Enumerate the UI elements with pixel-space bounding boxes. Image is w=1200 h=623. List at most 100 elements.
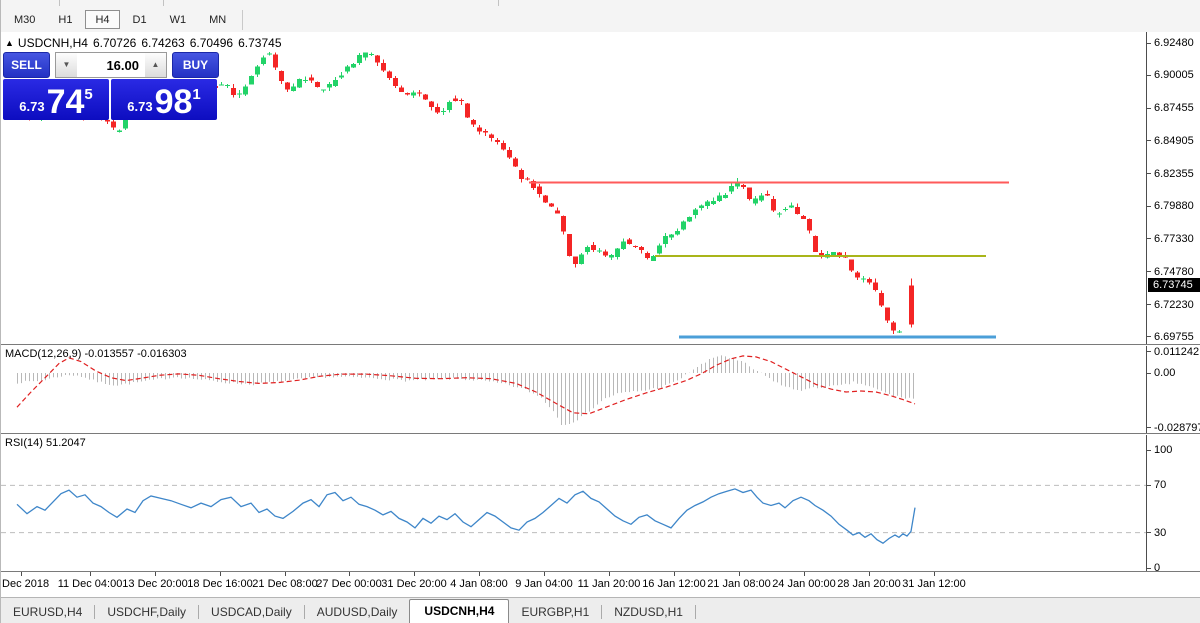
time-axis-label: 13 Dec 20:00 xyxy=(122,578,187,590)
rsi-axis: 10070300 xyxy=(1146,435,1200,571)
sell-price-box[interactable]: 6.73 74 5 xyxy=(3,79,109,120)
macd-axis-label: 0.00 xyxy=(1154,367,1175,379)
timeframe-toolbar: M30 H1 H4 D1 W1 MN xyxy=(1,7,1200,33)
price-axis-label: 6.69755 xyxy=(1154,331,1194,343)
price-axis-tick xyxy=(1147,271,1151,272)
chart-tab-bar: EURUSD,H4 USDCHF,Daily USDCAD,Daily AUDU… xyxy=(1,597,1200,623)
price-axis-tick xyxy=(1147,75,1151,76)
tab-eurusd-h4[interactable]: EURUSD,H4 xyxy=(1,601,94,623)
toolbar-grip xyxy=(498,0,499,6)
time-axis-label: 16 Jan 12:00 xyxy=(642,578,706,590)
chart-title: ▲USDCNH,H46.707266.742636.704966.73745 xyxy=(5,36,287,50)
buy-price-box[interactable]: 6.73 98 1 xyxy=(111,79,217,120)
rsi-axis-tick xyxy=(1147,532,1151,533)
price-axis-label: 6.87455 xyxy=(1154,102,1194,114)
macd-axis-tick xyxy=(1147,373,1151,374)
tab-eurgbp-h1[interactable]: EURGBP,H1 xyxy=(509,601,601,623)
toolbar-separator xyxy=(242,10,243,30)
timeframe-mn-button[interactable]: MN xyxy=(199,10,236,29)
timeframe-w1-button[interactable]: W1 xyxy=(160,10,197,29)
time-axis-tick xyxy=(285,572,286,576)
buy-price-prefix: 6.73 xyxy=(127,97,152,117)
chart-symbol-label: USDCNH,H4 xyxy=(18,36,88,50)
price-axis-tick xyxy=(1147,173,1151,174)
time-axis-tick xyxy=(414,572,415,576)
time-axis-tick xyxy=(90,572,91,576)
price-axis-tick xyxy=(1147,304,1151,305)
macd-axis-tick xyxy=(1147,427,1151,428)
time-axis-tick xyxy=(804,572,805,576)
volume-input[interactable] xyxy=(77,53,145,77)
rsi-axis-tick xyxy=(1147,450,1151,451)
tab-usdchf-daily[interactable]: USDCHF,Daily xyxy=(95,601,198,623)
time-axis-tick xyxy=(609,572,610,576)
time-axis-label: 31 Dec 20:00 xyxy=(381,578,446,590)
price-axis-label: 6.82355 xyxy=(1154,168,1194,180)
sell-price-main: 74 xyxy=(47,87,85,117)
timeframe-h1-button[interactable]: H1 xyxy=(48,10,82,29)
time-axis-label: 18 Dec 16:00 xyxy=(187,578,252,590)
price-axis-label: 6.74780 xyxy=(1154,266,1194,278)
time-axis-tick xyxy=(349,572,350,576)
buy-price-main: 98 xyxy=(155,87,193,117)
buy-button[interactable]: BUY xyxy=(172,52,219,78)
one-click-trading-widget: SELL ▼ ▲ BUY 6.73 74 5 6.73 98 1 xyxy=(3,52,219,120)
terminal-window: M30 H1 H4 D1 W1 MN ▲ USDCNH,H4 6.70726 6.74… xyxy=(0,0,1200,623)
price-axis-label: 6.92480 xyxy=(1154,37,1194,49)
time-axis-label: 5 Dec 2018 xyxy=(0,578,49,590)
rsi-chart[interactable] xyxy=(1,435,1146,571)
macd-axis: 0.0112420.00-0.028797 xyxy=(1146,346,1200,433)
time-axis-tick xyxy=(479,572,480,576)
sell-price-prefix: 6.73 xyxy=(19,97,44,117)
price-axis-tick xyxy=(1147,43,1151,44)
toolbar-grip xyxy=(59,0,60,6)
rsi-axis-tick xyxy=(1147,485,1151,486)
macd-label: MACD(12,26,9) -0.013557 -0.016303 xyxy=(5,348,187,360)
tab-usdcad-daily[interactable]: USDCAD,Daily xyxy=(199,601,304,623)
rsi-panel: RSI(14) 51.2047 10070300 xyxy=(1,435,1200,571)
current-price-tag: 6.73745 xyxy=(1148,278,1200,292)
rsi-axis-label: 30 xyxy=(1154,527,1166,539)
rsi-axis-label: 100 xyxy=(1154,444,1172,456)
timeframe-h4-button[interactable]: H4 xyxy=(85,10,119,29)
time-axis-label: 28 Jan 20:00 xyxy=(837,578,901,590)
price-axis-label: 6.77330 xyxy=(1154,233,1194,245)
volume-spinner: ▼ ▲ xyxy=(55,52,167,78)
price-axis-label: 6.72230 xyxy=(1154,299,1194,311)
volume-increase-button[interactable]: ▲ xyxy=(145,53,166,77)
time-axis: 5 Dec 2018 11 Dec 04:0013 Dec 20:0018 Dec… xyxy=(1,572,1200,597)
price-axis-tick xyxy=(1147,108,1151,109)
time-axis-label: 24 Jan 00:00 xyxy=(772,578,836,590)
rsi-label: RSI(14) 51.2047 xyxy=(5,437,86,449)
price-axis-label: 6.84905 xyxy=(1154,135,1194,147)
time-axis-tick xyxy=(155,572,156,576)
timeframe-m30-button[interactable]: M30 xyxy=(4,10,45,29)
price-axis-label: 6.79880 xyxy=(1154,200,1194,212)
price-axis-tick xyxy=(1147,140,1151,141)
buy-price-pip: 1 xyxy=(192,86,200,103)
tab-audusd-daily[interactable]: AUDUSD,Daily xyxy=(305,601,410,623)
time-axis-tick xyxy=(739,572,740,576)
time-axis-label: 27 Dec 00:00 xyxy=(316,578,381,590)
time-axis-tick xyxy=(869,572,870,576)
time-axis-label: 11 Dec 04:00 xyxy=(58,578,123,590)
ohlc-open: 6.70726 xyxy=(93,36,136,50)
tab-nzdusd-h1[interactable]: NZDUSD,H1 xyxy=(602,601,695,623)
time-axis-label: 21 Jan 08:00 xyxy=(707,578,771,590)
time-axis-label: 9 Jan 04:00 xyxy=(515,578,573,590)
tab-separator xyxy=(695,605,696,619)
volume-decrease-button[interactable]: ▼ xyxy=(56,53,77,77)
ohlc-close: 6.73745 xyxy=(238,36,281,50)
toolbar-grip xyxy=(163,0,164,6)
time-axis-tick xyxy=(934,572,935,576)
up-arrow-icon: ▲ xyxy=(5,38,14,48)
rsi-axis-label: 70 xyxy=(1154,479,1166,491)
timeframe-d1-button[interactable]: D1 xyxy=(123,10,157,29)
macd-axis-tick xyxy=(1147,351,1151,352)
price-axis: 6.924806.900056.874556.849056.823556.798… xyxy=(1146,32,1200,344)
price-chart-panel: ▲USDCNH,H46.707266.742636.704966.73745 S… xyxy=(1,32,1200,344)
time-axis-label: 11 Jan 20:00 xyxy=(578,578,641,590)
sell-button[interactable]: SELL xyxy=(3,52,50,78)
rsi-axis-tick xyxy=(1147,568,1151,569)
tab-usdcnh-h4[interactable]: USDCNH,H4 xyxy=(409,599,509,623)
